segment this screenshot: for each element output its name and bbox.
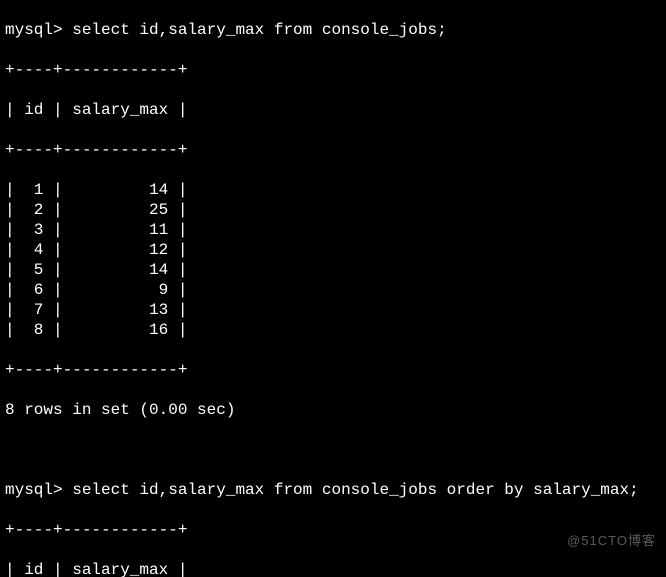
sql-statement: select id,salary_max from console_jobs; <box>72 21 446 39</box>
table-border: +----+------------+ <box>5 60 661 80</box>
table-row: | 4 | 12 | <box>5 240 661 260</box>
terminal-output: mysql> select id,salary_max from console… <box>0 0 666 577</box>
table-row: | 5 | 14 | <box>5 260 661 280</box>
query1-cmd: mysql> select id,salary_max from console… <box>5 20 661 40</box>
table-border: +----+------------+ <box>5 140 661 160</box>
prompt: mysql> <box>5 481 72 499</box>
table-header: | id | salary_max | <box>5 100 661 120</box>
blank-line <box>5 440 661 460</box>
prompt: mysql> <box>5 21 72 39</box>
table-row: | 3 | 11 | <box>5 220 661 240</box>
result-footer: 8 rows in set (0.00 sec) <box>5 400 661 420</box>
table-row: | 1 | 14 | <box>5 180 661 200</box>
table-header: | id | salary_max | <box>5 560 661 577</box>
table-row: | 7 | 13 | <box>5 300 661 320</box>
table-border: +----+------------+ <box>5 360 661 380</box>
table-row: | 6 | 9 | <box>5 280 661 300</box>
table-row: | 2 | 25 | <box>5 200 661 220</box>
query2-cmd: mysql> select id,salary_max from console… <box>5 480 661 500</box>
table-border: +----+------------+ <box>5 520 661 540</box>
sql-statement: select id,salary_max from console_jobs o… <box>72 481 639 499</box>
table-row: | 8 | 16 | <box>5 320 661 340</box>
